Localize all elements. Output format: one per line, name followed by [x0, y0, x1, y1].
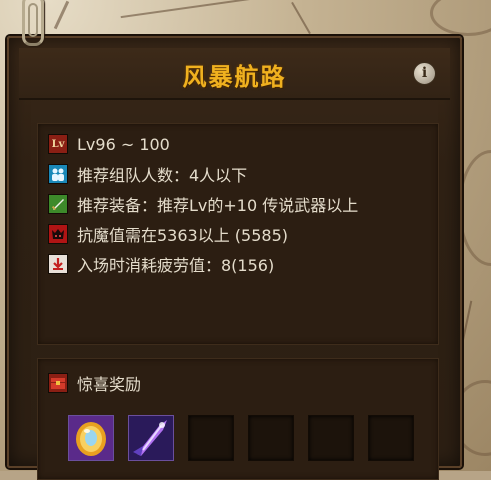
party-size-row: 推荐组队人数：4人以下: [48, 162, 247, 186]
golden-orb-icon: [69, 416, 113, 460]
reward-slot-4[interactable]: [248, 415, 294, 461]
map-island: [458, 150, 491, 266]
reward-slot-3[interactable]: [188, 415, 234, 461]
level-icon: Lv: [48, 134, 68, 154]
reward-slot-5[interactable]: [308, 415, 354, 461]
treasure-chest-icon: [48, 373, 68, 393]
level-range-row: Lv Lv96 ~ 100: [48, 132, 170, 156]
equipment-text: 推荐装备：推荐Lv的+10 传说武器以上: [77, 196, 359, 215]
map-path: [120, 0, 280, 19]
dungeon-title: 风暴航路: [182, 63, 287, 91]
demon-resistance-icon: [48, 224, 68, 244]
reward-header: 惊喜奖励: [48, 371, 141, 395]
level-range-text: Lv96 ~ 100: [77, 134, 170, 154]
fatigue-icon: [48, 254, 68, 274]
panel-title-bar: 风暴航路 i: [19, 48, 450, 100]
party-size-text: 推荐组队人数：4人以下: [77, 166, 248, 185]
reward-slot-2[interactable]: [128, 415, 174, 461]
dungeon-info-panel: 风暴航路 i Lv Lv96 ~ 100 推荐组队人数：4人以下 推荐装备：推荐…: [7, 36, 462, 480]
info-icon[interactable]: i: [413, 62, 436, 85]
reward-section: 惊喜奖励: [37, 358, 439, 480]
reward-slot-6[interactable]: [368, 415, 414, 461]
demon-resistance-text: 抗魔值需在5363以上 (5585): [77, 226, 289, 245]
fatigue-text: 入场时消耗疲劳值：8(156): [77, 256, 275, 275]
demon-resistance-row: 抗魔值需在5363以上 (5585): [48, 222, 288, 246]
reward-slot-1[interactable]: [68, 415, 114, 461]
reward-title: 惊喜奖励: [77, 375, 142, 394]
dungeon-requirements: Lv Lv96 ~ 100 推荐组队人数：4人以下 推荐装备：推荐Lv的+10 …: [37, 123, 439, 345]
party-members-icon: [48, 164, 68, 184]
fatigue-row: 入场时消耗疲劳值：8(156): [48, 252, 274, 276]
map-path: [53, 0, 70, 30]
sword-icon: [48, 194, 68, 214]
equipment-row: 推荐装备：推荐Lv的+10 传说武器以上: [48, 192, 358, 216]
purple-blade-icon: [129, 416, 173, 460]
paperclip-icon: [22, 0, 44, 46]
map-path: [291, 1, 311, 35]
map-island: [430, 0, 491, 36]
